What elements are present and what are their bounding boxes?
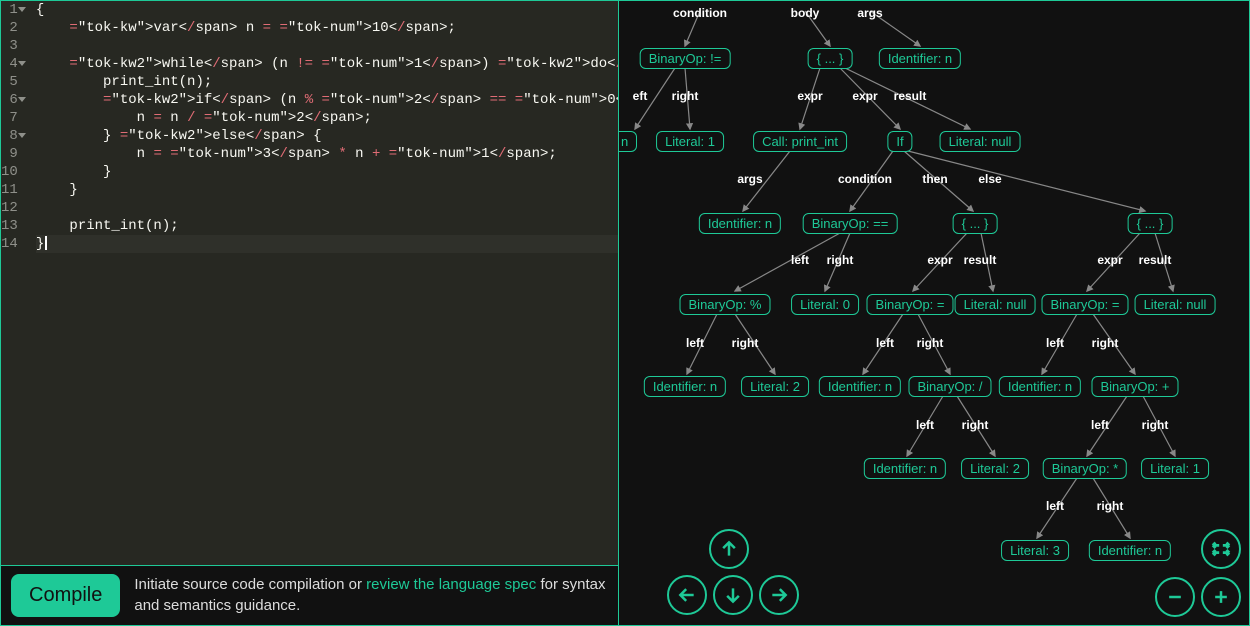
ast-node[interactable]: Literal: null: [940, 131, 1021, 152]
ast-node[interactable]: BinaryOp: =: [1041, 294, 1128, 315]
ast-node[interactable]: Literal: null: [1135, 294, 1216, 315]
ast-edge-label: expr: [852, 89, 877, 103]
ast-edge-label: left: [791, 253, 809, 267]
ast-edge-label: expr: [927, 253, 952, 267]
ast-node[interactable]: Identifier: n: [1089, 540, 1171, 561]
zoom-in-button[interactable]: [1201, 577, 1241, 617]
ast-edge-label: condition: [673, 6, 727, 20]
pan-up-button[interactable]: [709, 529, 749, 569]
ast-node[interactable]: Identifier: n: [999, 376, 1081, 397]
ast-node[interactable]: Literal: 2: [741, 376, 809, 397]
footer-bar: Compile Initiate source code compilation…: [1, 565, 618, 625]
ast-node[interactable]: { ... }: [1128, 213, 1173, 234]
ast-edge-label: left: [876, 336, 894, 350]
ast-node[interactable]: Call: print_int: [753, 131, 847, 152]
ast-edge-label: left: [686, 336, 704, 350]
ast-node[interactable]: BinaryOp: /: [908, 376, 991, 397]
ast-edge-label: right: [827, 253, 854, 267]
ast-edge-label: then: [922, 172, 947, 186]
ast-edge-label: eft: [633, 89, 648, 103]
ast-edge-label: left: [1091, 418, 1109, 432]
ast-edge-label: left: [1046, 336, 1064, 350]
ast-edge-label: right: [732, 336, 759, 350]
ast-edge-label: right: [962, 418, 989, 432]
ast-node[interactable]: BinaryOp: *: [1043, 458, 1127, 479]
ast-edge-label: left: [916, 418, 934, 432]
editor-pane: 1234567891011121314 { ="tok-kw">var</spa…: [1, 1, 619, 625]
ast-canvas[interactable]: BinaryOp: != { ... } Identifier: n n Literal…: [619, 1, 1249, 625]
ast-edge-label: result: [1139, 253, 1172, 267]
ast-edge-label: condition: [838, 172, 892, 186]
ast-node[interactable]: n: [619, 131, 637, 152]
ast-node[interactable]: BinaryOp: +: [1091, 376, 1178, 397]
ast-node[interactable]: Literal: 1: [656, 131, 724, 152]
ast-node[interactable]: { ... }: [808, 48, 853, 69]
ast-edge-label: left: [1046, 499, 1064, 513]
ast-node[interactable]: BinaryOp: =: [866, 294, 953, 315]
ast-edge-label: right: [672, 89, 699, 103]
pan-down-button[interactable]: [713, 575, 753, 615]
ast-node[interactable]: Identifier: n: [644, 376, 726, 397]
ast-node[interactable]: BinaryOp: !=: [640, 48, 731, 69]
ast-edge-label: args: [737, 172, 762, 186]
ast-edge-label: right: [917, 336, 944, 350]
compile-button[interactable]: Compile: [11, 574, 120, 617]
ast-node[interactable]: Literal: 1: [1141, 458, 1209, 479]
spec-link[interactable]: review the language spec: [366, 576, 536, 593]
ast-edge-label: result: [964, 253, 997, 267]
ast-edge-label: expr: [797, 89, 822, 103]
ast-node[interactable]: BinaryOp: ==: [803, 213, 898, 234]
ast-node[interactable]: { ... }: [953, 213, 998, 234]
ast-edge-label: body: [791, 6, 820, 20]
code-area[interactable]: { ="tok-kw">var</span> n = ="tok-num">10…: [30, 1, 618, 565]
ast-edge-label: right: [1097, 499, 1124, 513]
ast-node[interactable]: Identifier: n: [819, 376, 901, 397]
ast-edge-label: right: [1092, 336, 1119, 350]
ast-edge-label: result: [894, 89, 927, 103]
ast-node[interactable]: If: [887, 131, 912, 152]
ast-edge-label: right: [1142, 418, 1169, 432]
ast-node[interactable]: Identifier: n: [864, 458, 946, 479]
ast-node[interactable]: Literal: 2: [961, 458, 1029, 479]
ast-edge-label: expr: [1097, 253, 1122, 267]
ast-edge-label: args: [857, 6, 882, 20]
ast-node[interactable]: Literal: null: [955, 294, 1036, 315]
footer-text-pre: Initiate source code compilation or: [134, 576, 366, 593]
pan-right-button[interactable]: [759, 575, 799, 615]
code-editor[interactable]: 1234567891011121314 { ="tok-kw">var</spa…: [1, 1, 618, 565]
pan-left-button[interactable]: [667, 575, 707, 615]
ast-edge-label: else: [978, 172, 1001, 186]
zoom-out-button[interactable]: [1155, 577, 1195, 617]
line-gutter: 1234567891011121314: [1, 1, 30, 565]
ast-node[interactable]: Literal: 3: [1001, 540, 1069, 561]
ast-pane[interactable]: BinaryOp: != { ... } Identifier: n n Literal…: [619, 1, 1249, 625]
ast-node[interactable]: Identifier: n: [699, 213, 781, 234]
footer-text: Initiate source code compilation or revi…: [134, 575, 608, 616]
ast-node[interactable]: Literal: 0: [791, 294, 859, 315]
ast-node[interactable]: Identifier: n: [879, 48, 961, 69]
ast-node[interactable]: BinaryOp: %: [680, 294, 771, 315]
fit-view-button[interactable]: [1201, 529, 1241, 569]
